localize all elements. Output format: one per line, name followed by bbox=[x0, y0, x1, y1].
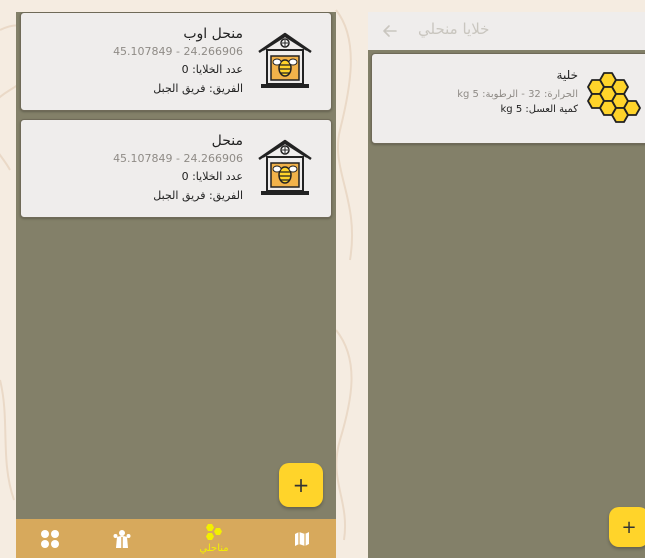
hive-name: خلية bbox=[556, 68, 578, 82]
nav-item-apiaries[interactable]: مناحلي bbox=[186, 519, 242, 558]
add-hive-button[interactable]: + bbox=[609, 507, 645, 547]
nav-item-map[interactable] bbox=[286, 519, 318, 558]
apiaries-screen: منحل اوب 45.107849 - 24.266906 عدد الخلا… bbox=[16, 12, 336, 558]
team-icon bbox=[113, 529, 131, 548]
beehive-icon bbox=[258, 139, 312, 195]
hive-meta: الحرارة: 32 - الرطوبة: 5 kg bbox=[457, 89, 578, 100]
apiary-team: الفريق: فريق الجبل bbox=[153, 189, 243, 202]
beehive-icon bbox=[258, 32, 312, 88]
hive-honey-amount: كمية العسل: 5 kg bbox=[500, 104, 579, 115]
bottom-navigation: مناحلي bbox=[16, 519, 336, 558]
hives-screen: خلايا منحلي خلية الحرارة: 32 - الرطوبة: … bbox=[368, 12, 645, 558]
app-bar: خلايا منحلي bbox=[368, 12, 645, 50]
page-title: خلايا منحلي bbox=[418, 20, 490, 38]
grid-icon bbox=[41, 529, 59, 548]
map-icon bbox=[295, 531, 309, 546]
apiary-name: منحل اوب bbox=[183, 26, 243, 42]
apiary-card[interactable]: منحل اوب 45.107849 - 24.266906 عدد الخلا… bbox=[20, 12, 332, 111]
nav-label-apiaries: مناحلي bbox=[199, 543, 229, 554]
back-arrow-icon[interactable] bbox=[380, 21, 400, 41]
hive-card[interactable]: خلية الحرارة: 32 - الرطوبة: 5 kg كمية ال… bbox=[371, 53, 645, 144]
nav-item-team[interactable] bbox=[106, 519, 138, 558]
nav-item-dashboard[interactable] bbox=[34, 519, 66, 558]
add-apiary-button[interactable]: + bbox=[279, 463, 323, 507]
apiary-coordinates: 45.107849 - 24.266906 bbox=[113, 45, 243, 58]
apiary-hive-count: عدد الخلايا: 0 bbox=[181, 63, 243, 76]
apiaries-icon bbox=[206, 524, 222, 540]
apiary-card[interactable]: منحل 45.107849 - 24.266906 عدد الخلايا: … bbox=[20, 119, 332, 218]
plus-icon: + bbox=[621, 516, 637, 538]
apiary-team: الفريق: فريق الجبل bbox=[153, 82, 243, 95]
apiary-name: منحل bbox=[211, 133, 243, 149]
plus-icon: + bbox=[292, 473, 310, 497]
apiary-hive-count: عدد الخلايا: 0 bbox=[181, 170, 243, 183]
honeycomb-icon bbox=[587, 72, 641, 123]
apiary-coordinates: 45.107849 - 24.266906 bbox=[113, 152, 243, 165]
